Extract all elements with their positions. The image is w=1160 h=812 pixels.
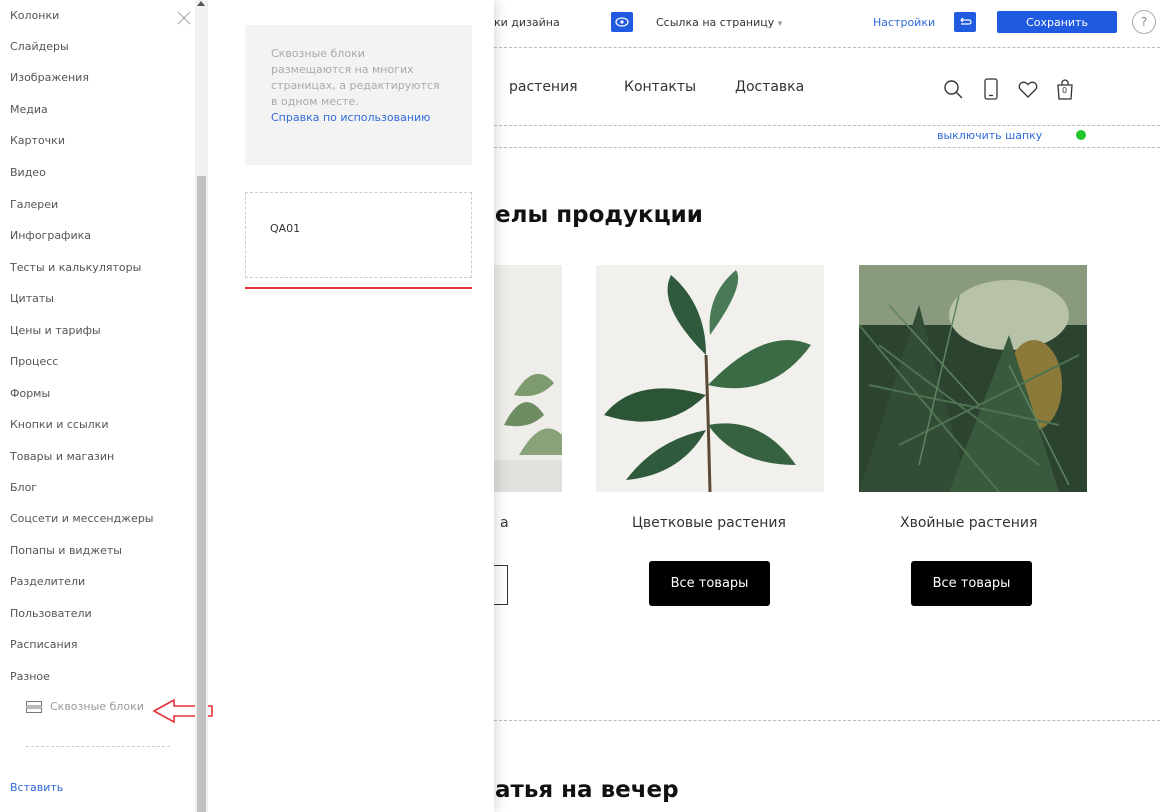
sidebar-item-dividers[interactable]: Разделители: [10, 575, 85, 588]
selection-underline: [245, 287, 472, 289]
product-image-conifer[interactable]: [859, 265, 1087, 492]
all-products-button-partial[interactable]: [494, 565, 508, 605]
page-link-dropdown[interactable]: Ссылка на страницу ▾: [656, 16, 782, 29]
save-button[interactable]: Сохранить: [997, 11, 1117, 33]
sidebar-item-forms[interactable]: Формы: [10, 387, 50, 400]
sidebar-item-images[interactable]: Изображения: [10, 71, 89, 84]
stacked-blocks-icon: [26, 700, 42, 713]
help-icon[interactable]: ?: [1132, 10, 1156, 34]
sidebar-item-prices[interactable]: Цены и тарифы: [10, 324, 101, 337]
sidebar-item-cards[interactable]: Карточки: [10, 134, 65, 147]
disable-header-link[interactable]: выключить шапку: [937, 129, 1042, 142]
scroll-up-icon[interactable]: [197, 1, 205, 6]
sidebar-item-infographics[interactable]: Инфографика: [10, 229, 91, 242]
eye-icon: [615, 17, 629, 27]
paste-link[interactable]: Вставить: [10, 781, 63, 794]
editor-toolbar: ки дизайна Ссылка на страницу ▾ Настройк…: [494, 0, 1160, 48]
all-products-button[interactable]: Все товары: [911, 561, 1032, 606]
info-box: Сквозные блоки размещаются на многих стр…: [245, 25, 472, 165]
sidebar-item-video[interactable]: Видео: [10, 166, 46, 179]
sidebar-item-columns[interactable]: Колонки: [10, 9, 59, 22]
usage-help-link[interactable]: Справка по использованию: [271, 110, 446, 126]
heart-icon[interactable]: [1017, 77, 1039, 101]
product-name-flowering: Цветковые растения: [632, 515, 786, 531]
pine-photo: [859, 265, 1087, 492]
sidebar-item-misc[interactable]: Разное: [10, 670, 50, 683]
product-image-partial[interactable]: [494, 265, 562, 492]
all-products-button[interactable]: Все товары: [649, 561, 770, 606]
section-title: атья на вечер: [495, 777, 679, 803]
product-name-conifer: Хвойные растения: [900, 515, 1038, 531]
block-category-sidebar: Колонки Слайдеры Изображения Медиа Карто…: [0, 0, 213, 812]
sidebar-item-popups[interactable]: Попапы и виджеты: [10, 544, 122, 557]
ficus-photo: [596, 265, 824, 492]
cart-button[interactable]: 0: [1054, 77, 1076, 101]
through-block-card[interactable]: QA01: [245, 192, 472, 278]
chevron-down-icon: ▾: [777, 19, 783, 29]
sidebar-item-users[interactable]: Пользователи: [10, 607, 92, 620]
sidebar-item-media[interactable]: Медиа: [10, 103, 48, 116]
sidebar-item-blog[interactable]: Блог: [10, 481, 37, 494]
design-settings-label[interactable]: ки дизайна: [494, 16, 560, 29]
preview-button[interactable]: [611, 12, 633, 32]
sidebar-divider: [26, 746, 170, 747]
sidebar-item-galleries[interactable]: Галереи: [10, 198, 58, 211]
sidebar-scrollbar[interactable]: [195, 0, 208, 812]
through-blocks-panel: Сквозные блоки размещаются на многих стр…: [212, 0, 494, 812]
sidebar-item-label: Сквозные блоки: [50, 700, 144, 713]
sidebar-item-tests-calculators[interactable]: Тесты и калькуляторы: [10, 261, 141, 274]
scrollbar-thumb[interactable]: [197, 176, 206, 812]
nav-item-contacts[interactable]: Контакты: [624, 79, 696, 95]
site-header: растения Контакты Доставка 0: [494, 48, 1160, 126]
product-caption-partial: а: [500, 515, 509, 531]
sidebar-item-quotes[interactable]: Цитаты: [10, 292, 54, 305]
plant-photo: [494, 265, 562, 492]
mobile-phone-icon[interactable]: [980, 77, 1002, 101]
info-text: Сквозные блоки размещаются на многих стр…: [271, 47, 440, 108]
section-title: елы продукции: [495, 202, 703, 228]
sidebar-item-schedules[interactable]: Расписания: [10, 638, 78, 651]
search-icon[interactable]: [942, 77, 964, 101]
sidebar-item-process[interactable]: Процесс: [10, 355, 58, 368]
sidebar-item-sliders[interactable]: Слайдеры: [10, 40, 69, 53]
block-name: QA01: [270, 222, 301, 235]
settings-link[interactable]: Настройки: [873, 16, 935, 29]
sidebar-item-buttons-links[interactable]: Кнопки и ссылки: [10, 418, 108, 431]
undo-icon: [960, 17, 972, 25]
header-toggle-bar: выключить шапку: [494, 126, 1160, 148]
sidebar-item-shop[interactable]: Товары и магазин: [10, 450, 114, 463]
page-link-label: Ссылка на страницу: [656, 16, 775, 29]
nav-item-delivery[interactable]: Доставка: [735, 79, 804, 95]
cart-count: 0: [1062, 86, 1068, 95]
sidebar-item-through-blocks[interactable]: Сквозные блоки: [26, 700, 144, 713]
header-status-dot[interactable]: [1076, 130, 1086, 140]
undo-button[interactable]: [954, 12, 976, 32]
section-divider: [494, 720, 1160, 721]
product-image-flowering[interactable]: [596, 265, 824, 492]
sidebar-item-social[interactable]: Соцсети и мессенджеры: [10, 512, 153, 525]
close-icon[interactable]: [176, 10, 192, 26]
nav-item-plants[interactable]: растения: [509, 79, 578, 95]
